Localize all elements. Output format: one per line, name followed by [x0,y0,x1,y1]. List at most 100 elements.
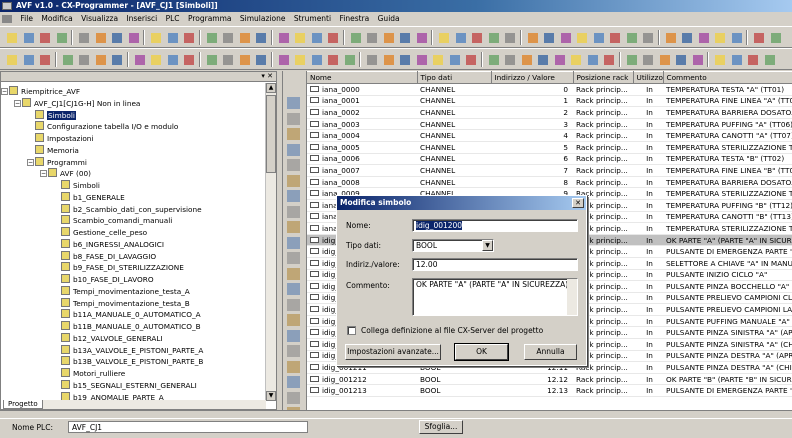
link-cx-server-checkbox[interactable] [347,326,356,335]
toolbar-tool-icon[interactable] [585,52,599,66]
side-tool-icon[interactable] [287,221,300,233]
toolbar-tool-icon[interactable] [4,30,18,44]
table-row[interactable]: iana_0002 CHANNEL 2 Rack princip... In TEMPER… [307,106,792,119]
toolbar-tool-icon[interactable] [690,52,704,66]
tree-node[interactable]: b13A_VALVOLE_E_PISTONI_PARTE_A [61,344,203,357]
column-header-posizione-rack[interactable]: Posizione rack [573,71,634,84]
toolbar-tool-icon[interactable] [148,30,162,44]
table-row[interactable]: idig_001213 BOOL 12.13 Rack princip... In PUL… [307,384,792,398]
toolbar-tool-icon[interactable] [558,30,572,44]
toolbar-tool-icon[interactable] [292,52,306,66]
name-field[interactable]: idig_001200 [412,219,578,232]
table-row[interactable]: iana_0001 CHANNEL 1 Rack princip... In TEMPER… [307,95,792,108]
side-tool-icon[interactable] [287,97,300,109]
toolbar-tool-icon[interactable] [309,52,323,66]
menu-modifica[interactable]: Modifica [38,12,75,26]
toolbar-tool-icon[interactable] [165,52,179,66]
toolbar-tool-icon[interactable] [574,30,588,44]
side-tool-icon[interactable] [287,283,300,295]
tree-node[interactable]: AVF_CJ1[CJ1G-H] Non in linea [22,97,140,110]
tree-horizontal-scrollbar[interactable] [41,400,266,409]
toolbar-tool-icon[interactable] [132,52,146,66]
comment-textarea[interactable]: OK PARTE "A" (PARTE "A" IN SICUREZZA) [412,278,578,316]
toolbar-tool-icon[interactable] [364,30,378,44]
tree-node[interactable]: Simboli [35,109,76,122]
panel-close-icon[interactable]: ▾ ✕ [261,72,273,81]
column-header-utilizzo[interactable]: Utilizzo [633,71,664,84]
menu-strumenti[interactable]: Strumenti [291,12,334,26]
advanced-settings-button[interactable]: Impostazioni avanzate... [345,344,441,360]
toolbar-tool-icon[interactable] [109,52,123,66]
table-row[interactable]: iana_0003 CHANNEL 3 Rack princip... In TEMPER… [307,118,792,131]
toolbar-tool-icon[interactable] [430,52,444,66]
toolbar-tool-icon[interactable] [76,30,90,44]
toolbar-tool-icon[interactable] [237,52,251,66]
side-tool-icon[interactable] [287,112,300,125]
tree-node[interactable]: Memoria [35,144,79,157]
toolbar-tool-icon[interactable] [751,30,765,44]
tree-node[interactable]: b9_FASE_DI_STERILIZZAZIONE [61,262,184,274]
menu-simulazione[interactable]: Simulazione [237,12,289,26]
toolbar-tool-icon[interactable] [745,52,759,66]
tree-node[interactable]: b8_FASE_DI_LAVAGGIO [61,250,156,263]
toolbar-tool-icon[interactable] [453,30,467,44]
browse-button[interactable]: Sfoglia... [419,420,463,434]
toolbar-tool-icon[interactable] [381,30,395,44]
toolbar-tool-icon[interactable] [607,30,621,44]
menu-inserisci[interactable]: Inserisci [123,12,160,26]
toolbar-tool-icon[interactable] [414,30,428,44]
tree-node[interactable]: b11B_MANUALE_0_AUTOMATICO_B [61,321,201,333]
toolbar-tool-icon[interactable] [54,30,68,44]
side-tool-icon[interactable] [287,190,300,202]
cancel-button[interactable]: Annulla [524,344,577,360]
tab-progetto[interactable]: Progetto [3,400,43,409]
menu-programma[interactable]: Programma [185,12,235,26]
toolbar-tool-icon[interactable] [502,52,516,66]
table-row[interactable]: iana_0007 CHANNEL 7 Rack princip... In TEMPER… [307,164,792,177]
toolbar-tool-icon[interactable] [309,30,323,44]
tree-node[interactable]: Tempi_movimentazione_testa_A [61,285,190,298]
toolbar-tool-icon[interactable] [519,52,533,66]
collapse-icon[interactable]: − [27,158,34,166]
side-tool-icon[interactable] [287,159,300,171]
table-row[interactable]: iana_0006 CHANNEL 6 Rack princip... In TEMPER… [307,153,792,166]
collapse-icon[interactable]: − [40,170,47,178]
toolbar-tool-icon[interactable] [220,52,234,66]
column-header-nome[interactable]: Nome [307,71,418,84]
toolbar-tool-icon[interactable] [292,30,306,44]
collapse-icon[interactable]: − [1,88,8,95]
column-header-tipo-dati[interactable]: Tipo dati [417,71,492,84]
toolbar-tool-icon[interactable] [568,52,582,66]
toolbar-tool-icon[interactable] [729,30,743,44]
toolbar-tool-icon[interactable] [342,52,356,66]
toolbar-tool-icon[interactable] [126,30,140,44]
tree-node[interactable]: Tempi_movimentazione_testa_B [61,297,190,310]
toolbar-tool-icon[interactable] [348,30,362,44]
toolbar-tool-icon[interactable] [640,30,654,44]
toolbar-tool-icon[interactable] [237,30,251,44]
scroll-thumb[interactable] [266,95,276,173]
side-tool-icon[interactable] [287,205,300,218]
toolbar-tool-icon[interactable] [762,52,776,66]
toolbar-tool-icon[interactable] [624,52,638,66]
table-row[interactable]: iana_0000 CHANNEL 0 Rack princip... In TEMPER… [307,83,792,96]
toolbar-tool-icon[interactable] [37,30,51,44]
side-tool-icon[interactable] [287,329,300,342]
plc-name-field[interactable]: AVF_CJ1 [68,421,308,433]
tree-node[interactable]: b11A_MANUALE_0_AUTOMATICO_A [61,309,201,321]
chevron-down-icon[interactable]: ▼ [482,240,493,251]
toolbar-tool-icon[interactable] [276,52,290,66]
side-tool-icon[interactable] [287,314,300,326]
ok-button[interactable]: OK [454,343,509,361]
close-icon[interactable]: ✕ [572,198,584,208]
column-header-commento[interactable]: Commento [663,71,792,84]
tree-node[interactable]: Scambio_comandi_manuali [61,215,172,227]
column-header-indirizzo[interactable]: Indirizzo / Valore [491,71,574,84]
tree-node[interactable]: Impostazioni [35,133,93,145]
toolbar-tool-icon[interactable] [204,30,218,44]
toolbar-tool-icon[interactable] [768,30,782,44]
tree-node[interactable]: b6_INGRESSI_ANALOGICI [61,238,164,251]
side-tool-icon[interactable] [287,345,300,357]
toolbar-tool-icon[interactable] [325,52,339,66]
toolbar-tool-icon[interactable] [673,52,687,66]
